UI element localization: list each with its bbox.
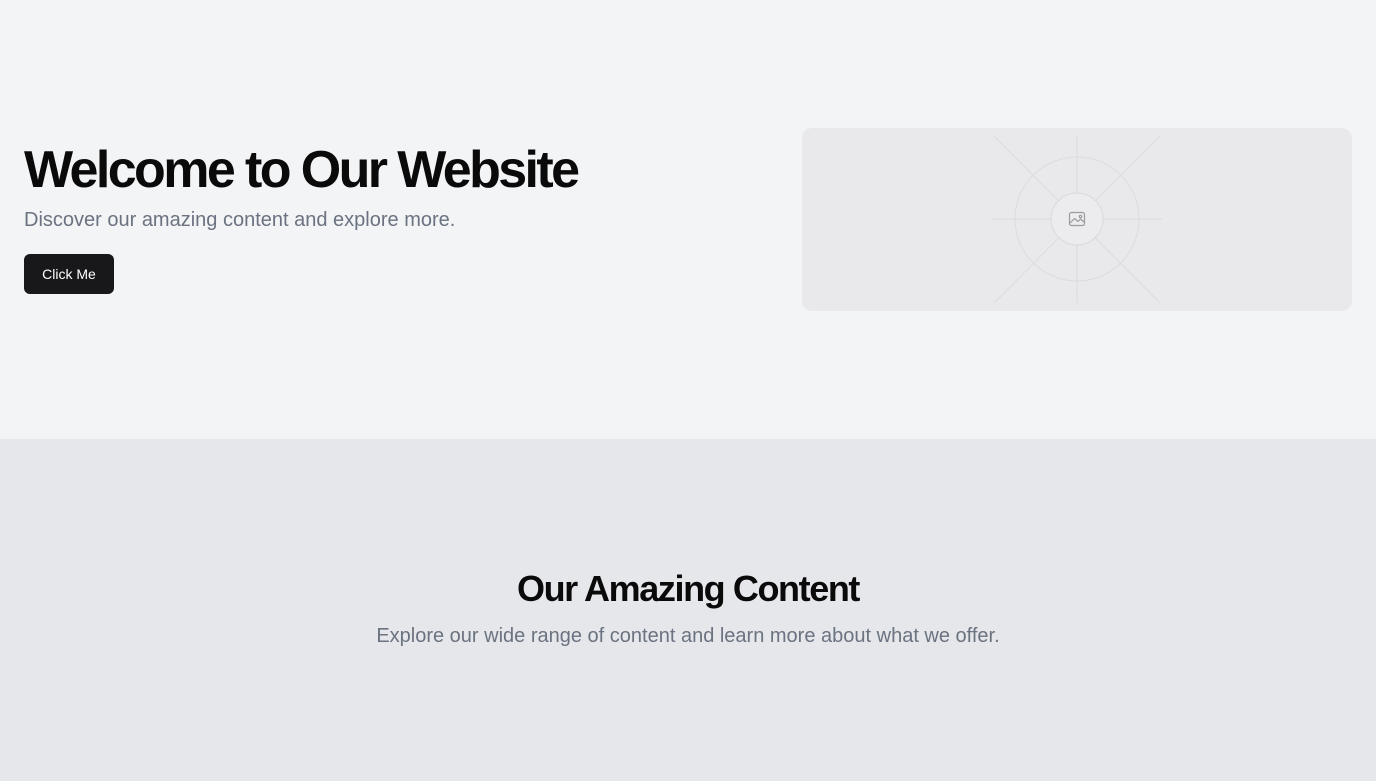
- hero-title: Welcome to Our Website: [24, 141, 580, 199]
- hero-text-block: Welcome to Our Website Discover our amaz…: [24, 140, 580, 294]
- image-placeholder: [802, 128, 1352, 311]
- click-me-button[interactable]: Click Me: [24, 254, 114, 294]
- hero-subtitle: Discover our amazing content and explore…: [24, 209, 456, 231]
- placeholder-graphic: [992, 135, 1162, 304]
- hero-section: Welcome to Our Website Discover our amaz…: [0, 0, 1376, 439]
- content-subtitle: Explore our wide range of content and le…: [376, 625, 1000, 647]
- content-title: Our Amazing Content: [516, 568, 860, 609]
- content-section: Our Amazing Content Explore our wide ran…: [0, 439, 1376, 781]
